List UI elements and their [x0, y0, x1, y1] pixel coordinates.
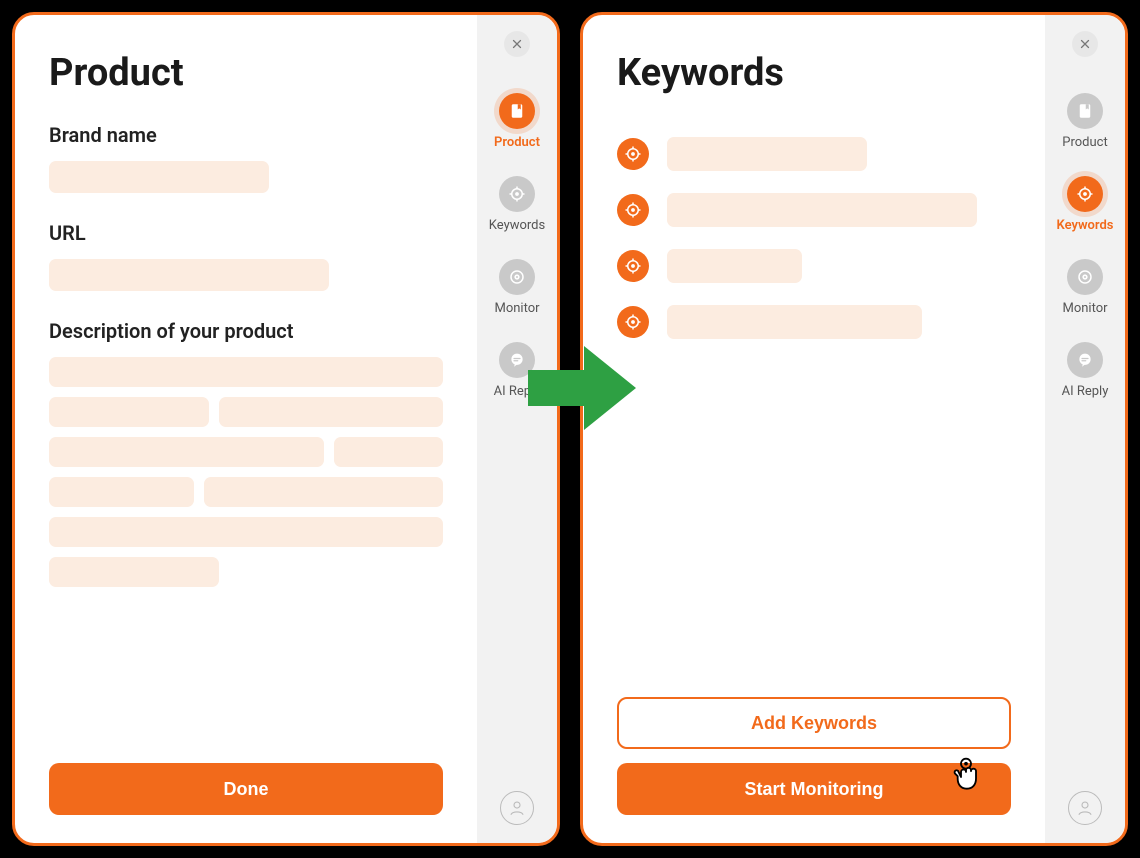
keyword-row[interactable]	[617, 193, 1011, 227]
keywords-panel: Keywords Add Keywords Start Monito	[580, 12, 1128, 846]
sidebar-item-product[interactable]: Product	[494, 93, 540, 150]
keywords-title: Keywords	[617, 51, 1011, 95]
done-button[interactable]: Done	[49, 763, 443, 815]
sidebar-item-label: AI Reply	[1062, 384, 1109, 399]
sidebar-item-monitor[interactable]: Monitor	[1062, 259, 1107, 316]
url-label: URL	[49, 221, 443, 245]
brand-label: Brand name	[49, 123, 443, 147]
target-icon	[617, 250, 649, 282]
user-icon	[1076, 799, 1094, 817]
keywords-list	[617, 137, 1011, 339]
description-label: Description of your product	[49, 319, 443, 343]
sidebar-item-product[interactable]: Product	[1062, 93, 1107, 150]
target-icon	[617, 194, 649, 226]
eye-icon	[499, 259, 535, 295]
chat-icon	[1067, 342, 1103, 378]
product-title: Product	[49, 51, 443, 95]
sidebar-item-label: Keywords	[1057, 218, 1114, 233]
user-avatar[interactable]	[1068, 791, 1102, 825]
keyword-placeholder	[667, 137, 867, 171]
target-icon	[499, 176, 535, 212]
target-icon	[617, 306, 649, 338]
add-keywords-button[interactable]: Add Keywords	[617, 697, 1011, 749]
sidebar-item-label: Product	[494, 135, 540, 150]
close-icon	[511, 38, 523, 50]
sidebar-item-keywords[interactable]: Keywords	[1057, 176, 1114, 233]
keyword-placeholder	[667, 249, 802, 283]
brand-input[interactable]	[49, 161, 269, 193]
close-icon	[1079, 38, 1091, 50]
keyword-row[interactable]	[617, 137, 1011, 171]
sidebar-item-ai-reply[interactable]: AI Reply	[1062, 342, 1109, 399]
url-input[interactable]	[49, 259, 329, 291]
sidebar-item-label: Keywords	[489, 218, 545, 233]
sidebar-item-label: Product	[1062, 135, 1107, 150]
user-avatar[interactable]	[500, 791, 534, 825]
sidebar-right: Product Keywords Monitor AI Reply	[1045, 15, 1125, 843]
product-main: Product Brand name URL Description of yo…	[15, 15, 477, 843]
user-icon	[508, 799, 526, 817]
keyword-placeholder	[667, 193, 977, 227]
start-monitoring-button[interactable]: Start Monitoring	[617, 763, 1011, 815]
sidebar-item-keywords[interactable]: Keywords	[489, 176, 545, 233]
eye-icon	[1067, 259, 1103, 295]
close-button[interactable]	[1072, 31, 1098, 57]
sidebar-item-label: Monitor	[494, 301, 539, 316]
arrow-icon	[528, 340, 636, 436]
sidebar-item-label: Monitor	[1062, 301, 1107, 316]
close-button[interactable]	[504, 31, 530, 57]
bookmark-icon	[1067, 93, 1103, 129]
keyword-placeholder	[667, 305, 922, 339]
keyword-row[interactable]	[617, 305, 1011, 339]
description-input[interactable]	[49, 357, 443, 587]
product-panel: Product Brand name URL Description of yo…	[12, 12, 560, 846]
sidebar-item-monitor[interactable]: Monitor	[494, 259, 539, 316]
bookmark-icon	[499, 93, 535, 129]
keywords-main: Keywords Add Keywords Start Monito	[583, 15, 1045, 843]
target-icon	[617, 138, 649, 170]
target-icon	[1067, 176, 1103, 212]
keyword-row[interactable]	[617, 249, 1011, 283]
